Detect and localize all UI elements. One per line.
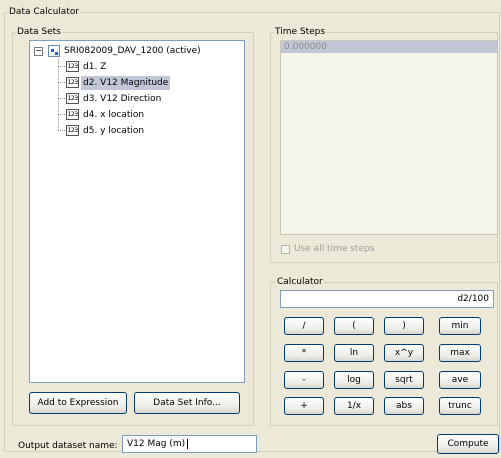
subtract-key[interactable]: - bbox=[284, 371, 324, 389]
tree-root-label: SRI082009_DAV_1200 (active) bbox=[64, 46, 201, 56]
tree-connector bbox=[58, 82, 65, 83]
time-step-item[interactable]: 0.000000 bbox=[281, 41, 497, 53]
use-all-time-steps-checkbox[interactable] bbox=[281, 245, 290, 254]
output-dataset-name-value: V12 Mag (m) bbox=[127, 439, 186, 449]
add-to-expression-button[interactable]: Add to Expression bbox=[29, 392, 127, 414]
tree-item[interactable]: 123 d3. V12 Direction bbox=[66, 92, 216, 106]
time-steps-title: Time Steps bbox=[274, 27, 327, 37]
time-step-label: 0.000000 bbox=[284, 42, 327, 52]
expression-value: d2/100 bbox=[457, 294, 489, 304]
ln-key[interactable]: ln bbox=[334, 344, 374, 362]
compute-button[interactable]: Compute bbox=[437, 434, 499, 454]
tree-item-label: d1. Z bbox=[83, 62, 107, 72]
use-all-time-steps-label: Use all time steps bbox=[294, 244, 375, 254]
tree-item-label: d4. x location bbox=[83, 110, 145, 120]
min-key[interactable]: min bbox=[439, 317, 481, 335]
numeric-dataset-icon: 123 bbox=[66, 125, 79, 136]
data-sets-tree[interactable]: − SRI082009_DAV_1200 (active) 123 d1. Z … bbox=[29, 40, 245, 383]
multiply-key[interactable]: * bbox=[284, 344, 324, 362]
log-key[interactable]: log bbox=[334, 371, 374, 389]
dataset-folder-icon bbox=[48, 45, 60, 57]
tree-item-label: d2. V12 Magnitude bbox=[81, 76, 171, 90]
power-key[interactable]: x^y bbox=[384, 344, 424, 362]
max-key[interactable]: max bbox=[439, 344, 481, 362]
tree-item[interactable]: 123 d5. y location bbox=[66, 124, 216, 138]
abs-key[interactable]: abs bbox=[384, 397, 424, 415]
ave-key[interactable]: ave bbox=[439, 371, 481, 389]
trunc-key[interactable]: trunc bbox=[439, 397, 481, 415]
open-paren-key[interactable]: ( bbox=[334, 317, 374, 335]
expression-field[interactable]: d2/100 bbox=[280, 290, 494, 308]
data-set-info-button[interactable]: Data Set Info... bbox=[134, 392, 240, 414]
tree-item[interactable]: 123 d1. Z bbox=[66, 60, 216, 74]
data-sets-title: Data Sets bbox=[16, 27, 62, 37]
add-key[interactable]: + bbox=[284, 397, 324, 415]
reciprocal-key[interactable]: 1/x bbox=[334, 397, 374, 415]
time-steps-list[interactable]: 0.000000 bbox=[280, 40, 498, 235]
sqrt-key[interactable]: sqrt bbox=[384, 371, 424, 389]
close-paren-key[interactable]: ) bbox=[384, 317, 424, 335]
tree-connector bbox=[58, 98, 65, 99]
tree-connector bbox=[58, 130, 65, 131]
numeric-dataset-icon: 123 bbox=[66, 109, 79, 120]
tree-connector bbox=[58, 66, 65, 67]
window-title: Data Calculator bbox=[8, 7, 81, 17]
collapse-toggle-icon[interactable]: − bbox=[34, 47, 43, 56]
tree-connector bbox=[58, 114, 65, 115]
numeric-dataset-icon: 123 bbox=[66, 61, 79, 72]
calculator-title: Calculator bbox=[276, 277, 324, 287]
text-cursor bbox=[187, 439, 188, 449]
tree-item[interactable]: 123 d2. V12 Magnitude bbox=[66, 76, 216, 90]
tree-item[interactable]: 123 d4. x location bbox=[66, 108, 216, 122]
numeric-dataset-icon: 123 bbox=[66, 93, 79, 104]
tree-item-label: d3. V12 Direction bbox=[83, 94, 162, 104]
output-dataset-name-label: Output dataset name: bbox=[18, 441, 118, 451]
output-dataset-name-input[interactable]: V12 Mag (m) bbox=[122, 435, 257, 453]
tree-connector bbox=[58, 59, 59, 130]
divide-key[interactable]: / bbox=[284, 317, 324, 335]
numeric-dataset-icon: 123 bbox=[66, 77, 79, 88]
tree-item-label: d5. y location bbox=[83, 126, 145, 136]
